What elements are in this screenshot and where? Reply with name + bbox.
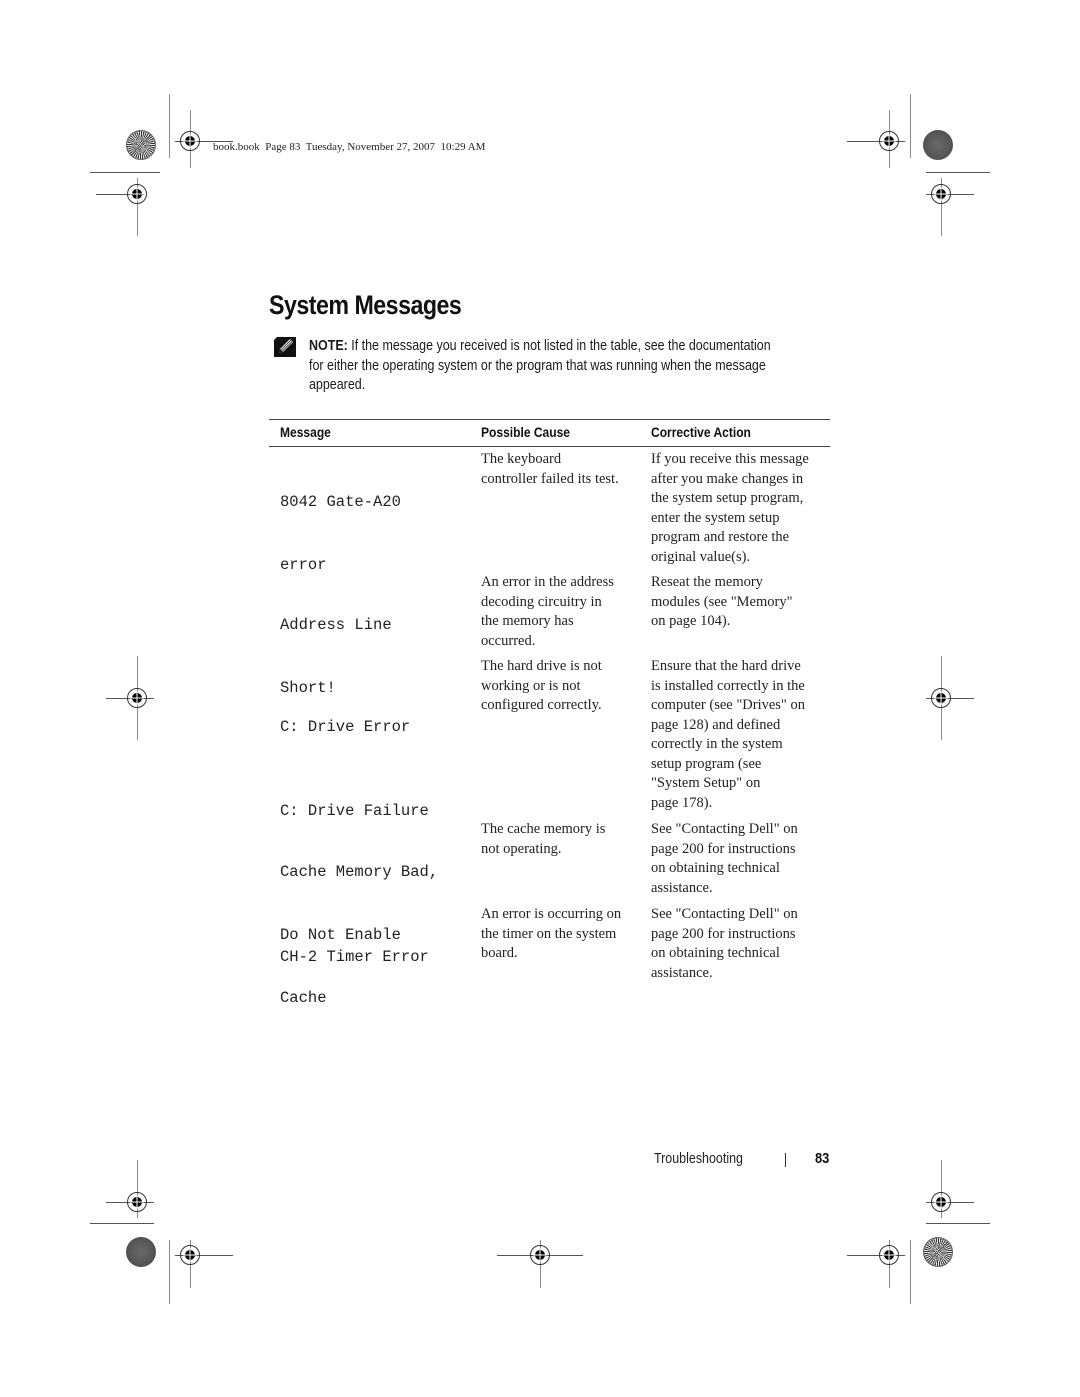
crop-line	[910, 1240, 911, 1304]
crop-line	[169, 94, 170, 158]
registration-target-icon	[529, 1244, 551, 1266]
crop-line	[90, 1223, 154, 1224]
column-header-possible-cause: Possible Cause	[481, 424, 571, 440]
registration-target-icon	[878, 130, 900, 152]
registration-target-icon	[878, 1244, 900, 1266]
registration-starburst-icon	[126, 130, 156, 160]
crop-line	[926, 1223, 990, 1224]
footer-section-name: Troubleshooting	[654, 1151, 743, 1167]
cause-cell: The keyboard controller failed its test.	[481, 451, 619, 487]
table-top-rule	[269, 419, 830, 420]
print-slug: book.book Page 83 Tuesday, November 27, …	[213, 141, 486, 153]
registration-dark-circle-icon	[923, 130, 953, 160]
column-header-message: Message	[280, 424, 331, 440]
action-cell: Ensure that the hard drive is installed …	[651, 658, 805, 811]
cause-cell: An error is occurring on the timer on th…	[481, 906, 622, 961]
action-cell: Reseat the memory modules (see "Memory" …	[651, 574, 793, 629]
note-text: NOTE: If the message you received is not…	[309, 338, 771, 393]
registration-target-icon	[126, 1191, 148, 1213]
registration-target-icon	[930, 687, 952, 709]
footer-separator	[785, 1153, 786, 1167]
column-header-corrective-action: Corrective Action	[651, 424, 751, 440]
registration-target-icon	[179, 1244, 201, 1266]
cause-cell: The cache memory is not operating.	[481, 821, 606, 857]
note-pencil-icon	[274, 337, 296, 357]
message-cell: CH-2 Timer Error	[280, 948, 429, 966]
registration-target-icon	[179, 130, 201, 152]
action-cell: See "Contacting Dell" on page 200 for in…	[651, 906, 798, 981]
registration-target-icon	[930, 1191, 952, 1213]
table-header-rule	[269, 446, 830, 447]
registration-dark-circle-icon	[126, 1237, 156, 1267]
crop-line	[169, 1240, 170, 1304]
registration-target-icon	[126, 687, 148, 709]
registration-target-icon	[126, 183, 148, 205]
registration-starburst-icon	[923, 1237, 953, 1267]
crop-line	[910, 94, 911, 158]
page-number: 83	[815, 1150, 830, 1167]
action-cell: See "Contacting Dell" on page 200 for in…	[651, 821, 798, 896]
crop-line	[926, 172, 990, 173]
note-label: NOTE:	[309, 338, 348, 354]
cause-cell: An error in the address decoding circuit…	[481, 574, 614, 649]
page-title: System Messages	[269, 290, 462, 320]
action-cell: If you receive this message after you ma…	[651, 451, 809, 565]
crop-line	[90, 172, 160, 173]
registration-target-icon	[930, 183, 952, 205]
cause-cell: The hard drive is not working or is not …	[481, 658, 602, 713]
